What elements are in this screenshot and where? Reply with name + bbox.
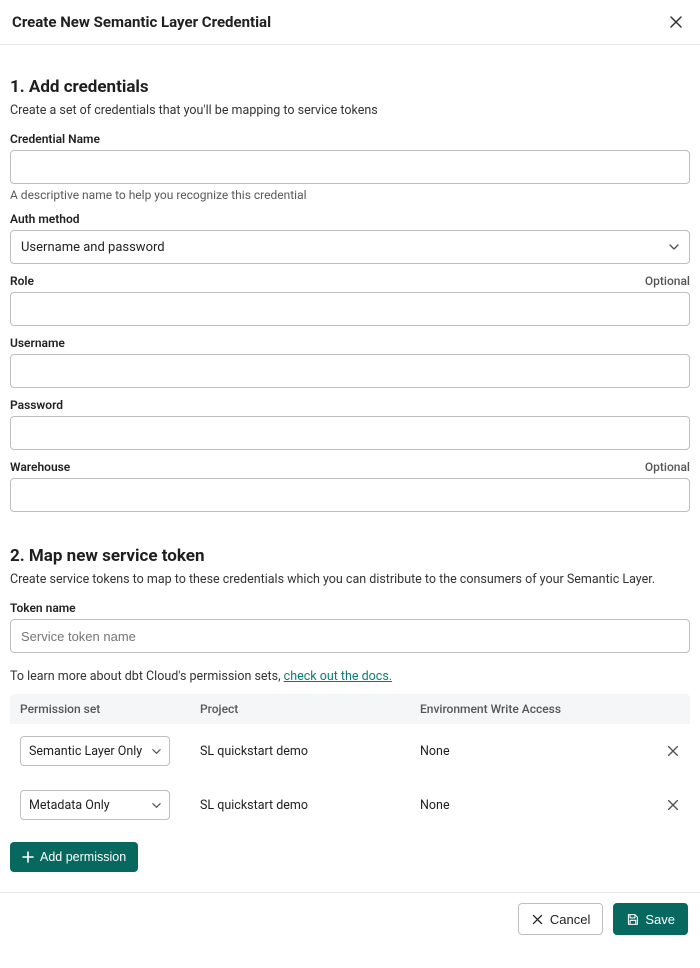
role-field: Role Optional bbox=[10, 274, 690, 326]
credential-name-field: Credential Name A descriptive name to he… bbox=[10, 132, 690, 202]
cancel-label: Cancel bbox=[550, 912, 590, 927]
close-icon bbox=[668, 14, 684, 30]
remove-row-button[interactable] bbox=[666, 744, 680, 758]
table-row: Metadata Only SL quickstart demo None bbox=[10, 778, 690, 832]
token-name-field: Token name bbox=[10, 601, 690, 653]
chevron-down-icon bbox=[152, 747, 161, 756]
role-input[interactable] bbox=[10, 292, 690, 326]
project-cell: SL quickstart demo bbox=[200, 798, 420, 813]
password-input[interactable] bbox=[10, 416, 690, 450]
env-cell: None bbox=[420, 798, 640, 813]
role-label: Role bbox=[10, 274, 34, 288]
table-row: Semantic Layer Only SL quickstart demo N… bbox=[10, 724, 690, 778]
save-icon bbox=[626, 913, 639, 926]
chevron-down-icon bbox=[152, 801, 161, 810]
auth-method-select[interactable]: Username and password bbox=[10, 230, 690, 264]
docs-prefix: To learn more about dbt Cloud's permissi… bbox=[10, 669, 284, 684]
auth-method-value: Username and password bbox=[21, 240, 165, 255]
col-project: Project bbox=[200, 702, 420, 716]
docs-link[interactable]: check out the docs. bbox=[284, 669, 392, 684]
permission-table: Permission set Project Environment Write… bbox=[10, 694, 690, 832]
password-field: Password bbox=[10, 398, 690, 450]
role-optional: Optional bbox=[645, 274, 690, 288]
col-permission-set: Permission set bbox=[20, 702, 200, 716]
credential-name-helper: A descriptive name to help you recognize… bbox=[10, 188, 690, 202]
project-cell: SL quickstart demo bbox=[200, 744, 420, 759]
chevron-down-icon bbox=[669, 242, 679, 252]
section2-title: 2. Map new service token bbox=[10, 546, 690, 566]
token-name-label: Token name bbox=[10, 601, 76, 615]
warehouse-input[interactable] bbox=[10, 478, 690, 512]
close-icon bbox=[666, 798, 680, 812]
dialog: Create New Semantic Layer Credential 1. … bbox=[0, 0, 700, 945]
dialog-footer: Cancel Save bbox=[0, 892, 700, 945]
auth-method-label: Auth method bbox=[10, 212, 80, 226]
env-cell: None bbox=[420, 744, 640, 759]
token-name-input[interactable] bbox=[10, 619, 690, 653]
credential-name-label: Credential Name bbox=[10, 132, 100, 146]
dialog-body: 1. Add credentials Create a set of crede… bbox=[0, 45, 700, 892]
save-button[interactable]: Save bbox=[613, 903, 688, 935]
password-label: Password bbox=[10, 398, 63, 412]
close-icon bbox=[531, 913, 544, 926]
col-env-write: Environment Write Access bbox=[420, 702, 640, 716]
warehouse-optional: Optional bbox=[645, 460, 690, 474]
dialog-title: Create New Semantic Layer Credential bbox=[12, 13, 271, 31]
section1-title: 1. Add credentials bbox=[10, 77, 690, 97]
permission-set-value: Metadata Only bbox=[29, 798, 110, 813]
plus-icon bbox=[22, 851, 34, 863]
username-input[interactable] bbox=[10, 354, 690, 388]
save-label: Save bbox=[645, 912, 675, 927]
section2-desc: Create service tokens to map to these cr… bbox=[10, 572, 690, 587]
section1-desc: Create a set of credentials that you'll … bbox=[10, 103, 690, 118]
auth-method-field: Auth method Username and password bbox=[10, 212, 690, 264]
permission-set-value: Semantic Layer Only bbox=[29, 744, 142, 759]
warehouse-field: Warehouse Optional bbox=[10, 460, 690, 512]
add-permission-label: Add permission bbox=[40, 850, 126, 864]
warehouse-label: Warehouse bbox=[10, 460, 70, 474]
docs-line: To learn more about dbt Cloud's permissi… bbox=[10, 669, 690, 684]
dialog-header: Create New Semantic Layer Credential bbox=[0, 0, 700, 45]
remove-row-button[interactable] bbox=[666, 798, 680, 812]
username-label: Username bbox=[10, 336, 65, 350]
close-icon bbox=[666, 744, 680, 758]
permission-table-head: Permission set Project Environment Write… bbox=[10, 694, 690, 724]
permission-set-select[interactable]: Metadata Only bbox=[20, 790, 170, 820]
cancel-button[interactable]: Cancel bbox=[518, 903, 603, 935]
permission-set-select[interactable]: Semantic Layer Only bbox=[20, 736, 170, 766]
add-permission-button[interactable]: Add permission bbox=[10, 842, 138, 872]
credential-name-input[interactable] bbox=[10, 150, 690, 184]
close-button[interactable] bbox=[664, 10, 688, 34]
username-field: Username bbox=[10, 336, 690, 388]
